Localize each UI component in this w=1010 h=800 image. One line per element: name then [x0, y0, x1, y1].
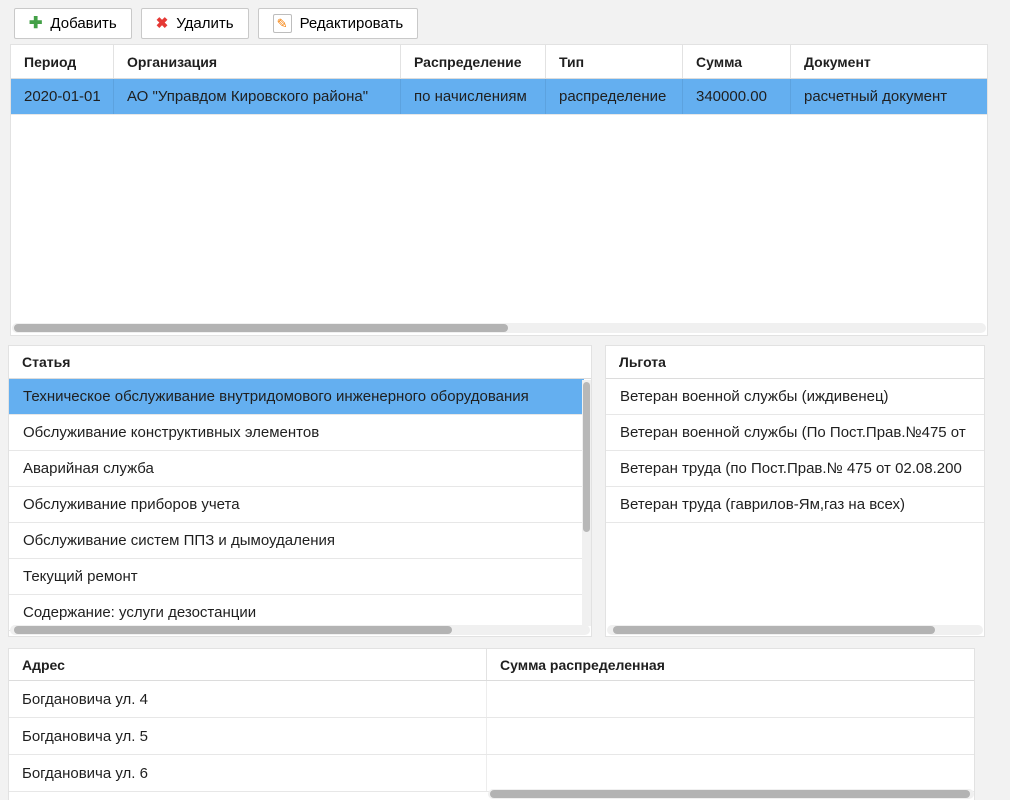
table-row[interactable]: Богдановича ул. 5 — [9, 718, 974, 755]
cell-address: Богдановича ул. 6 — [9, 755, 487, 791]
pencil-icon: ✎ — [273, 14, 292, 33]
articles-panel: Статья Техническое обслуживание внутридо… — [8, 345, 592, 637]
cell-organization: АО "Управдом Кировского района" — [114, 79, 401, 114]
cell-address: Богдановича ул. 4 — [9, 681, 487, 717]
horizontal-scrollbar[interactable] — [10, 625, 590, 635]
horizontal-scrollbar[interactable] — [607, 625, 983, 635]
plus-icon: ✚ — [29, 16, 42, 32]
column-header-distributed-sum: Сумма распределенная — [487, 649, 974, 680]
list-item[interactable]: Ветеран труда (по Пост.Прав.№ 475 от 02.… — [606, 451, 984, 487]
article-label: Обслуживание систем ППЗ и дымоудаления — [23, 532, 335, 549]
list-item[interactable]: Обслуживание систем ППЗ и дымоудаления — [9, 523, 584, 559]
horizontal-scrollbar[interactable] — [488, 789, 974, 799]
scrollbar-thumb[interactable] — [14, 324, 508, 332]
cell-distributed-sum — [487, 718, 974, 754]
scrollbar-thumb[interactable] — [14, 626, 452, 634]
cross-icon: ✖ — [156, 16, 169, 31]
column-header-distribution: Распределение — [401, 45, 546, 78]
column-header-organization: Организация — [114, 45, 401, 78]
article-label: Аварийная служба — [23, 460, 154, 477]
addresses-panel: Адрес Сумма распределенная Богдановича у… — [8, 648, 975, 800]
cell-sum: 340000.00 — [683, 79, 791, 114]
edit-button[interactable]: ✎ Редактировать — [258, 8, 419, 39]
delete-button[interactable]: ✖ Удалить — [141, 8, 249, 39]
table-row[interactable]: 2020-01-01 АО "Управдом Кировского район… — [11, 79, 987, 115]
distributions-panel: Период Организация Распределение Тип Сум… — [10, 44, 988, 336]
scrollbar-thumb[interactable] — [583, 382, 590, 532]
table-row[interactable]: Богдановича ул. 6 — [9, 755, 974, 792]
benefits-panel: Льгота Ветеран военной службы (иждивенец… — [605, 345, 985, 637]
edit-button-label: Редактировать — [300, 15, 404, 32]
cell-document: расчетный документ — [791, 79, 987, 114]
article-label: Техническое обслуживание внутридомового … — [23, 388, 529, 405]
list-item[interactable]: Ветеран военной службы (иждивенец) — [606, 379, 984, 415]
column-header-benefit: Льгота — [606, 346, 679, 378]
add-button-label: Добавить — [50, 15, 116, 32]
list-item[interactable]: Обслуживание приборов учета — [9, 487, 584, 523]
article-label: Обслуживание приборов учета — [23, 496, 240, 513]
cell-distributed-sum — [487, 681, 974, 717]
article-label: Обслуживание конструктивных элементов — [23, 424, 319, 441]
articles-header-row: Статья — [9, 346, 591, 379]
list-item[interactable]: Аварийная служба — [9, 451, 584, 487]
list-item[interactable]: Ветеран труда (гаврилов-Ям,газ на всех) — [606, 487, 984, 523]
cell-address: Богдановича ул. 5 — [9, 718, 487, 754]
column-header-document: Документ — [791, 45, 987, 78]
cell-period: 2020-01-01 — [11, 79, 114, 114]
benefit-label: Ветеран военной службы (По Пост.Прав.№47… — [620, 424, 966, 441]
list-item[interactable]: Обслуживание конструктивных элементов — [9, 415, 584, 451]
benefit-label: Ветеран военной службы (иждивенец) — [620, 388, 889, 405]
column-header-period: Период — [11, 45, 114, 78]
scrollbar-thumb[interactable] — [490, 790, 970, 798]
list-item[interactable]: Текущий ремонт — [9, 559, 584, 595]
benefits-header-row: Льгота — [606, 346, 984, 379]
cell-type: распределение — [546, 79, 683, 114]
list-item[interactable]: Техническое обслуживание внутридомового … — [9, 379, 584, 415]
column-header-article: Статья — [9, 346, 83, 378]
addresses-header-row: Адрес Сумма распределенная — [9, 649, 974, 681]
article-label: Текущий ремонт — [23, 568, 138, 585]
delete-button-label: Удалить — [176, 15, 233, 32]
article-label: Содержание: услуги дезостанции — [23, 604, 256, 621]
toolbar: ✚ Добавить ✖ Удалить ✎ Редактировать — [14, 8, 418, 39]
column-header-address: Адрес — [9, 649, 487, 680]
list-item[interactable]: Ветеран военной службы (По Пост.Прав.№47… — [606, 415, 984, 451]
vertical-scrollbar[interactable] — [582, 380, 591, 626]
cell-distributed-sum — [487, 755, 974, 791]
column-header-type: Тип — [546, 45, 683, 78]
benefit-label: Ветеран труда (по Пост.Прав.№ 475 от 02.… — [620, 460, 962, 477]
distributions-header-row: Период Организация Распределение Тип Сум… — [11, 45, 987, 79]
horizontal-scrollbar[interactable] — [12, 323, 986, 333]
cell-distribution: по начислениям — [401, 79, 546, 114]
benefit-label: Ветеран труда (гаврилов-Ям,газ на всех) — [620, 496, 905, 513]
column-header-sum: Сумма — [683, 45, 791, 78]
scrollbar-thumb[interactable] — [613, 626, 935, 634]
add-button[interactable]: ✚ Добавить — [14, 8, 132, 39]
table-row[interactable]: Богдановича ул. 4 — [9, 681, 974, 718]
